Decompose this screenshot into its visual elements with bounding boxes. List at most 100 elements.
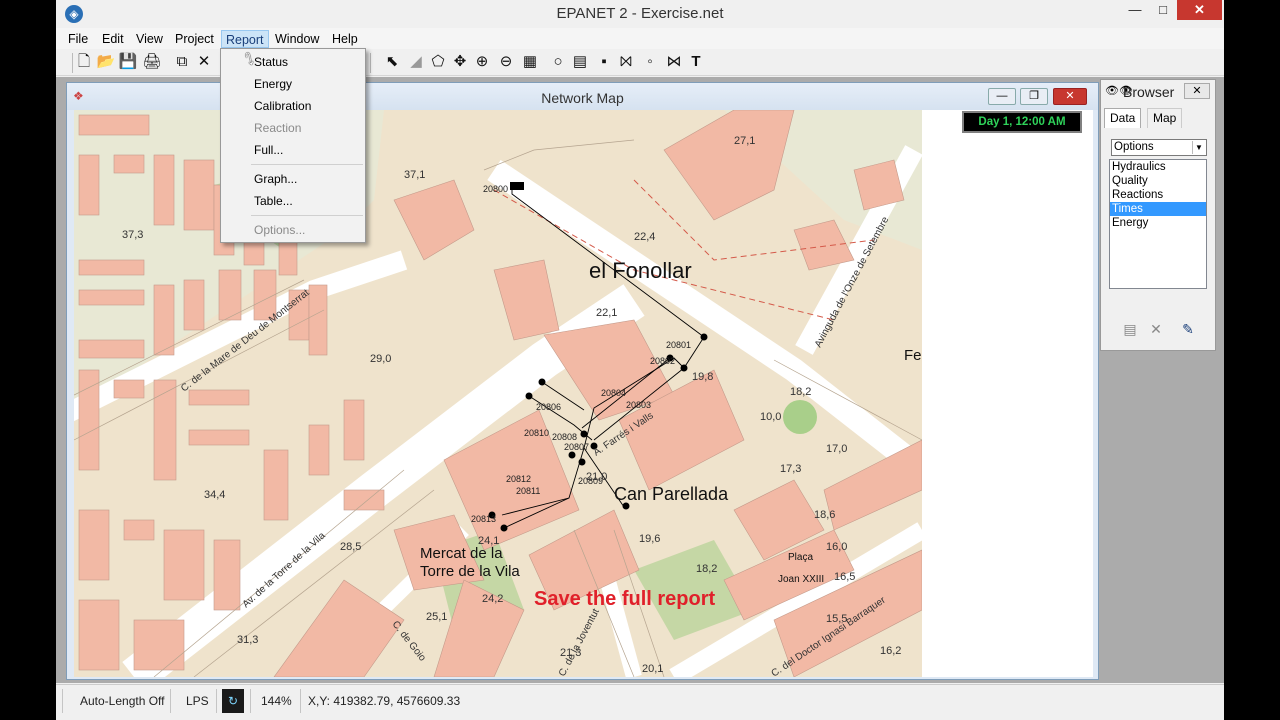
close-icon[interactable]: ✕ <box>1184 83 1210 99</box>
close-icon[interactable]: ✕ <box>1053 88 1087 105</box>
restore-icon[interactable]: ❐ <box>1020 88 1048 105</box>
tab-map[interactable]: Map <box>1147 108 1183 128</box>
add-valve-icon[interactable]: ⋈ <box>664 52 684 72</box>
annotation-text: Save the full report <box>534 588 715 610</box>
svg-text:20807: 20807 <box>564 442 589 452</box>
svg-text:Plaça: Plaça <box>788 552 813 563</box>
menu-item-status[interactable]: Status <box>254 54 288 70</box>
status-bar: Auto-Length Off LPS ↻ 144% X,Y: 419382.7… <box>56 684 1224 720</box>
minimize-icon[interactable]: — <box>988 88 1016 105</box>
svg-text:29,0: 29,0 <box>370 353 391 365</box>
list-item[interactable]: Energy <box>1110 216 1206 230</box>
add-tank-icon[interactable]: ▪ <box>594 52 614 72</box>
svg-text:19,8: 19,8 <box>692 371 713 383</box>
category-select[interactable]: Options ▼ <box>1111 139 1207 156</box>
menu-item-calibration[interactable]: Calibration <box>254 98 311 114</box>
browser-panel: 👁👁 Browser ✕ Data Map Options ▼ Hydrauli… <box>1100 79 1216 351</box>
pan-icon[interactable]: ✥ <box>450 52 470 72</box>
menu-item-graph[interactable]: Graph... <box>254 171 297 187</box>
xy-coordinates-status: X,Y: 419382.79, 4576609.33 <box>308 694 461 708</box>
run-status-icon: ↻ <box>222 689 244 713</box>
menu-separator <box>251 164 363 165</box>
select-vertex-icon[interactable]: ◢ <box>406 52 426 72</box>
menu-help[interactable]: Help <box>328 30 362 48</box>
menu-report[interactable]: Report <box>221 30 269 48</box>
menu-window[interactable]: Window <box>271 30 323 48</box>
maximize-icon[interactable]: □ <box>1149 0 1177 20</box>
svg-text:Joan XXIII: Joan XXIII <box>778 574 824 585</box>
svg-text:37,1: 37,1 <box>404 169 425 181</box>
select-object-icon[interactable]: ⬉ <box>382 52 402 72</box>
add-label-icon[interactable]: T <box>686 52 706 72</box>
print-icon[interactable]: 🖨 <box>142 52 162 72</box>
minimize-icon[interactable]: — <box>1121 0 1149 20</box>
svg-text:21,0: 21,0 <box>586 471 607 483</box>
list-item[interactable]: Hydraulics <box>1110 160 1206 174</box>
menu-bar: File Edit View Project Report Window Hel… <box>56 28 1224 49</box>
object-list[interactable]: Hydraulics Quality Reactions Times Energ… <box>1109 159 1207 289</box>
svg-text:20813: 20813 <box>471 514 496 524</box>
list-item[interactable]: Reactions <box>1110 188 1206 202</box>
menu-item-energy[interactable]: Energy <box>254 76 292 92</box>
auto-length-status[interactable]: Auto-Length Off <box>80 694 165 708</box>
list-item[interactable]: Quality <box>1110 174 1206 188</box>
add-pump-icon[interactable]: ◦ <box>640 52 660 72</box>
simulation-clock: Day 1, 12:00 AM <box>962 111 1082 133</box>
menu-edit[interactable]: Edit <box>98 30 128 48</box>
chevron-down-icon[interactable]: ▼ <box>1192 141 1205 154</box>
svg-text:31,3: 31,3 <box>237 634 258 646</box>
browser-title: Browser <box>1123 84 1175 100</box>
svg-text:28,5: 28,5 <box>340 541 361 553</box>
svg-text:Fe: Fe <box>904 347 922 364</box>
svg-text:22,1: 22,1 <box>596 307 617 319</box>
full-extent-icon[interactable]: ▦ <box>520 52 540 72</box>
svg-text:20812: 20812 <box>506 474 531 484</box>
close-icon[interactable]: ✕ <box>1177 0 1222 20</box>
list-item-selected[interactable]: Times <box>1110 202 1206 216</box>
report-menu-dropdown: Status Energy Calibration Reaction Full.… <box>220 48 366 243</box>
new-icon[interactable]: 🗋 <box>74 52 94 72</box>
delete-icon[interactable]: ✕ <box>194 52 214 72</box>
network-map-canvas[interactable]: 20800 20801 20802 20803 20804 20806 2080… <box>74 110 922 677</box>
svg-text:16,2: 16,2 <box>880 645 901 657</box>
svg-text:20,1: 20,1 <box>642 663 663 675</box>
status-separator <box>216 689 217 713</box>
svg-text:Mercat de la: Mercat de la <box>420 545 503 562</box>
status-separator <box>300 689 301 713</box>
menu-separator <box>251 215 363 216</box>
delete-icon[interactable]: ✕ <box>1147 320 1165 338</box>
title-bar: ◈ EPANET 2 - Exercise.net — □ ✕ <box>56 0 1224 28</box>
svg-text:16,0: 16,0 <box>826 541 847 553</box>
add-icon[interactable]: ▤ <box>1121 320 1139 338</box>
svg-text:16,5: 16,5 <box>834 571 855 583</box>
svg-text:el Fonollar: el Fonollar <box>589 258 692 283</box>
edit-icon[interactable]: ✎ <box>1179 320 1197 338</box>
svg-text:25,1: 25,1 <box>426 611 447 623</box>
svg-text:20811: 20811 <box>516 486 540 496</box>
select-region-icon[interactable]: ⬠ <box>428 52 448 72</box>
add-pipe-icon[interactable]: ⨝ <box>616 52 636 72</box>
open-icon[interactable]: 📂 <box>96 52 116 72</box>
menu-item-full[interactable]: Full... <box>254 142 283 158</box>
menu-project[interactable]: Project <box>171 30 218 48</box>
window-title: EPANET 2 - Exercise.net <box>556 5 724 22</box>
menu-file[interactable]: File <box>64 30 92 48</box>
menu-view[interactable]: View <box>132 30 167 48</box>
add-reservoir-icon[interactable]: ▤ <box>570 52 590 72</box>
map-blank-area[interactable] <box>922 110 1093 677</box>
svg-text:Torre de la Vila: Torre de la Vila <box>420 563 520 580</box>
svg-text:18,6: 18,6 <box>814 509 835 521</box>
add-junction-icon[interactable]: ○ <box>548 52 568 72</box>
zoom-out-icon[interactable]: ⊖ <box>496 52 516 72</box>
svg-text:20800: 20800 <box>483 184 508 194</box>
svg-text:24,2: 24,2 <box>482 593 503 605</box>
svg-text:20810: 20810 <box>524 428 549 438</box>
svg-text:20808: 20808 <box>552 432 577 442</box>
menu-item-table[interactable]: Table... <box>254 193 293 209</box>
save-icon[interactable]: 💾 <box>118 52 138 72</box>
zoom-level-status: 144% <box>261 694 292 708</box>
copy-icon[interactable]: ⧉ <box>172 52 192 72</box>
zoom-in-icon[interactable]: ⊕ <box>472 52 492 72</box>
tab-data[interactable]: Data <box>1104 108 1142 128</box>
category-select-value: Options <box>1114 141 1154 153</box>
